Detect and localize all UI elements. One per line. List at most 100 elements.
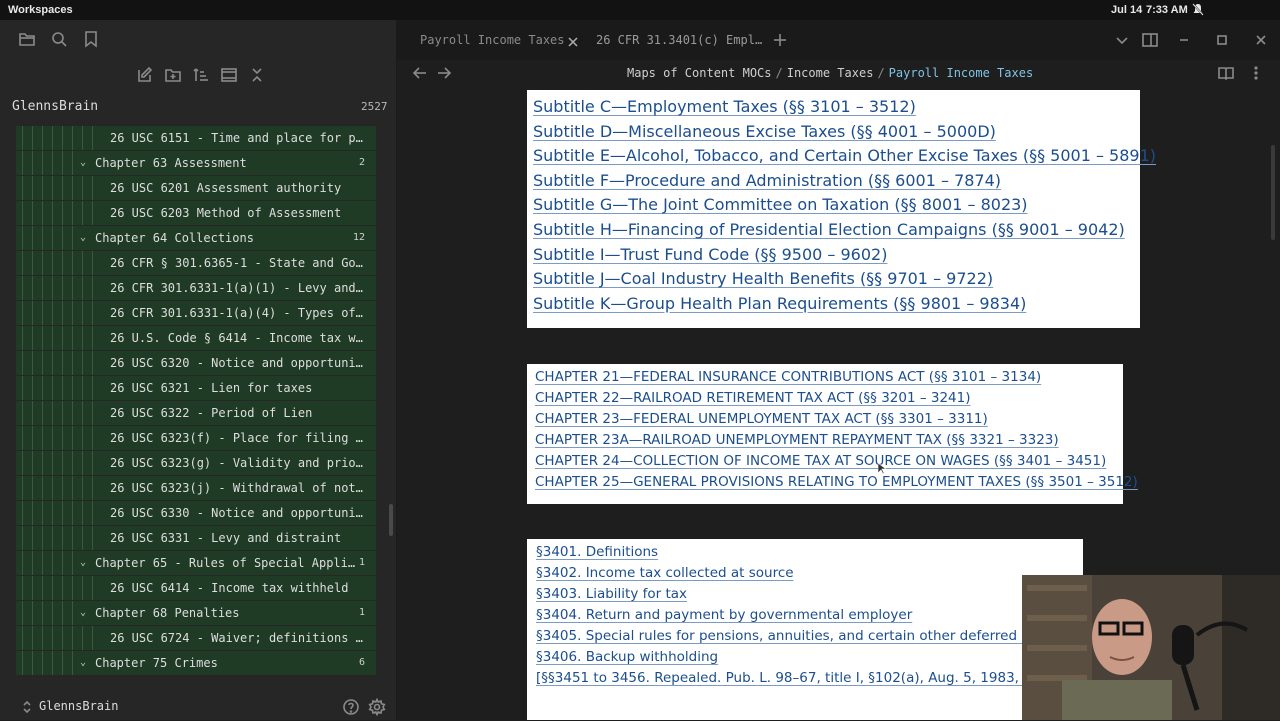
chevron-down-icon[interactable]: ⌄ xyxy=(80,551,90,575)
chevron-down-icon[interactable]: ⌄ xyxy=(80,151,90,175)
chapter-link[interactable]: CHAPTER 23A—RAILROAD UNEMPLOYMENT REPAYM… xyxy=(535,432,1059,448)
tree-folder-item[interactable]: ⌄ Chapter 63 Assessment 2 xyxy=(16,151,376,175)
reading-view-book-icon[interactable] xyxy=(1217,64,1235,82)
bookmark-icon[interactable] xyxy=(82,30,100,48)
tree-file-item[interactable]: 26 U.S. Code § 6414 - Income tax wit… xyxy=(16,326,376,350)
tree-file-item[interactable]: 26 CFR 301.6331-1(a)(1) - Levy and d… xyxy=(16,276,376,300)
tree-file-item[interactable]: 26 CFR 301.6331-1(a)(4) - Types of C… xyxy=(16,301,376,325)
tree-file-item[interactable]: 26 USC 6320 - Notice and opportunity… xyxy=(16,351,376,375)
tree-file-item[interactable]: 26 USC 6323(g) - Validity and priori… xyxy=(16,451,376,475)
section-link[interactable]: §3402. Income tax collected at source xyxy=(536,565,794,581)
tree-file-item[interactable]: 26 USC 6330 - Notice and opportunity… xyxy=(16,501,376,525)
chevron-down-icon[interactable]: ⌄ xyxy=(80,601,90,625)
breadcrumb-item[interactable]: Maps of Content MOCs xyxy=(627,66,772,80)
vault-switch-icon[interactable] xyxy=(18,698,36,716)
section-link[interactable]: §3403. Liability for tax xyxy=(536,586,687,602)
new-note-icon[interactable] xyxy=(136,66,154,84)
tree-item-label: Chapter 75 Crimes xyxy=(95,656,218,670)
section-link[interactable]: §3406. Backup withholding xyxy=(536,649,718,665)
new-tab-plus-icon[interactable] xyxy=(771,31,789,49)
time-label[interactable]: 7:33 AM xyxy=(1146,4,1188,16)
subtitle-link[interactable]: Subtitle J—Coal Industry Health Benefits… xyxy=(533,269,993,288)
tree-file-item[interactable]: 26 USC 6414 - Income tax withheld xyxy=(16,576,376,600)
section-link[interactable]: §3404. Return and payment by governmenta… xyxy=(536,607,912,623)
chapter-link[interactable]: CHAPTER 22—RAILROAD RETIREMENT TAX ACT (… xyxy=(535,390,971,406)
tree-item-count: 1 xyxy=(358,557,365,568)
vault-switcher-name[interactable]: GlennsBrain xyxy=(39,699,118,713)
settings-gear-icon[interactable] xyxy=(368,697,386,717)
maximize-icon[interactable] xyxy=(1213,31,1231,49)
close-window-icon[interactable] xyxy=(1252,31,1270,49)
subtitle-link[interactable]: Subtitle D—Miscellaneous Excise Taxes (§… xyxy=(533,122,996,141)
tree-folder-item[interactable]: ⌄ Chapter 68 Penalties 1 xyxy=(16,601,376,625)
tree-file-item[interactable]: 26 USC 6724 - Waiver; definitions an… xyxy=(16,626,376,650)
breadcrumb-current[interactable]: Payroll Income Taxes xyxy=(889,66,1034,80)
tree-file-item[interactable]: 26 USC 6203 Method of Assessment xyxy=(16,201,376,225)
tree-file-item[interactable]: 26 USC 6201 Assessment authority xyxy=(16,176,376,200)
tree-file-item[interactable]: 26 CFR § 301.6365-1 - State and Gove… xyxy=(16,251,376,275)
tree-item-label: Chapter 64 Collections xyxy=(95,231,254,245)
section-link[interactable]: §3401. Definitions xyxy=(536,544,658,560)
workspaces-label[interactable]: Workspaces xyxy=(8,4,73,16)
tree-item-label: 26 USC 6330 - Notice and opportunity… xyxy=(110,506,366,520)
tab-payroll-income-taxes[interactable]: Payroll Income Taxes xyxy=(420,20,565,60)
chevron-down-icon[interactable]: ⌄ xyxy=(80,226,90,250)
subtitle-link[interactable]: Subtitle G—The Joint Committee on Taxati… xyxy=(533,195,1028,214)
breadcrumb: Maps of Content MOCs / Income Taxes / Payrol… xyxy=(627,66,1034,80)
breadcrumb-item[interactable]: Income Taxes xyxy=(787,66,874,80)
tree-folder-item[interactable]: ⌄ Chapter 75 Crimes 6 xyxy=(16,651,376,675)
folder-icon[interactable] xyxy=(18,30,36,48)
collapse-all-icon[interactable] xyxy=(248,66,266,84)
toggle-right-sidebar-icon[interactable] xyxy=(1141,31,1159,49)
vault-name[interactable]: GlennsBrain xyxy=(12,99,98,114)
subtitle-link[interactable]: Subtitle H—Financing of Presidential Ele… xyxy=(533,220,1125,239)
file-count: 2527 xyxy=(361,100,388,113)
subtitle-link[interactable]: Subtitle C—Employment Taxes (§§ 3101 – 3… xyxy=(533,97,916,116)
chapter-link[interactable]: CHAPTER 21—FEDERAL INSURANCE CONTRIBUTIO… xyxy=(535,369,1041,385)
file-explorer-sidebar: GlennsBrain 2527 26 USC 6151 - Time and … xyxy=(0,20,397,720)
auto-reveal-icon[interactable] xyxy=(220,66,238,84)
tree-item-count: 1 xyxy=(358,607,365,618)
chapter-link[interactable]: CHAPTER 25—GENERAL PROVISIONS RELATING T… xyxy=(535,474,1138,490)
tree-file-item[interactable]: 26 USC 6151 - Time and place for pay… xyxy=(16,126,376,150)
chapter-link[interactable]: CHAPTER 23—FEDERAL UNEMPLOYMENT TAX ACT … xyxy=(535,411,988,427)
tree-file-item[interactable]: 26 USC 6321 - Lien for taxes xyxy=(16,376,376,400)
tree-folder-item[interactable]: ⌄ Chapter 64 Collections 12 xyxy=(16,226,376,250)
tab-label: 26 CFR 31.3401(c) Empl… xyxy=(596,33,763,47)
back-arrow-icon[interactable] xyxy=(411,64,429,82)
chapter-link[interactable]: CHAPTER 24—COLLECTION OF INCOME TAX AT S… xyxy=(535,453,1106,469)
subtitles-image-panel: Subtitle C—Employment Taxes (§§ 3101 – 3… xyxy=(527,90,1156,328)
tab-26-cfr[interactable]: 26 CFR 31.3401(c) Empl… xyxy=(596,20,762,60)
date-label[interactable]: Jul 14 xyxy=(1111,4,1142,16)
forward-arrow-icon[interactable] xyxy=(435,64,453,82)
tree-file-item[interactable]: 26 USC 6323(f) - Place for filing n… xyxy=(16,426,376,450)
section-link[interactable]: [§§3451 to 3456. Repealed. Pub. L. 98–67… xyxy=(536,670,1053,686)
subtitle-link[interactable]: Subtitle I—Trust Fund Code (§§ 9500 – 96… xyxy=(533,245,887,264)
more-options-icon[interactable] xyxy=(1247,64,1265,82)
search-icon[interactable] xyxy=(50,30,68,48)
help-icon[interactable] xyxy=(342,698,360,716)
tree-file-item[interactable]: 26 USC 6331 - Levy and distraint xyxy=(16,526,376,550)
tree-file-item[interactable]: 26 USC 6323(j) - Withdrawal of notic… xyxy=(16,476,376,500)
sidebar-scrollbar[interactable] xyxy=(389,504,393,536)
editor-scrollbar[interactable] xyxy=(1271,145,1275,240)
notifications-muted-icon[interactable] xyxy=(1192,3,1204,16)
subtitle-link[interactable]: Subtitle K—Group Health Plan Requirement… xyxy=(533,294,1026,313)
tree-folder-item[interactable]: ⌄ Chapter 65 - Rules of Special Applica… 1 xyxy=(16,551,376,575)
close-tab-icon[interactable] xyxy=(568,34,578,47)
section-link[interactable]: §3405. Special rules for pensions, annui… xyxy=(536,628,1041,644)
subtitle-link[interactable]: Subtitle E—Alcohol, Tobacco, and Certain… xyxy=(533,146,1156,165)
sort-icon[interactable] xyxy=(192,66,210,84)
tree-item-label: 26 USC 6414 - Income tax withheld xyxy=(110,581,349,595)
sidebar-ribbon xyxy=(0,20,397,58)
subtitle-link[interactable]: Subtitle F—Procedure and Administration … xyxy=(533,171,1001,190)
tree-item-label: 26 USC 6201 Assessment authority xyxy=(110,181,342,195)
tree-item-count: 2 xyxy=(358,157,365,168)
minimize-icon[interactable] xyxy=(1175,31,1193,49)
new-folder-icon[interactable] xyxy=(164,66,182,84)
chevron-down-icon[interactable]: ⌄ xyxy=(80,651,90,675)
tree-item-label: Chapter 63 Assessment xyxy=(95,156,247,170)
tree-file-item[interactable]: 26 USC 6322 - Period of Lien xyxy=(16,401,376,425)
tree-item-label: 26 USC 6151 - Time and place for pay… xyxy=(110,131,366,145)
tab-list-chevron-down-icon[interactable] xyxy=(1113,31,1131,49)
